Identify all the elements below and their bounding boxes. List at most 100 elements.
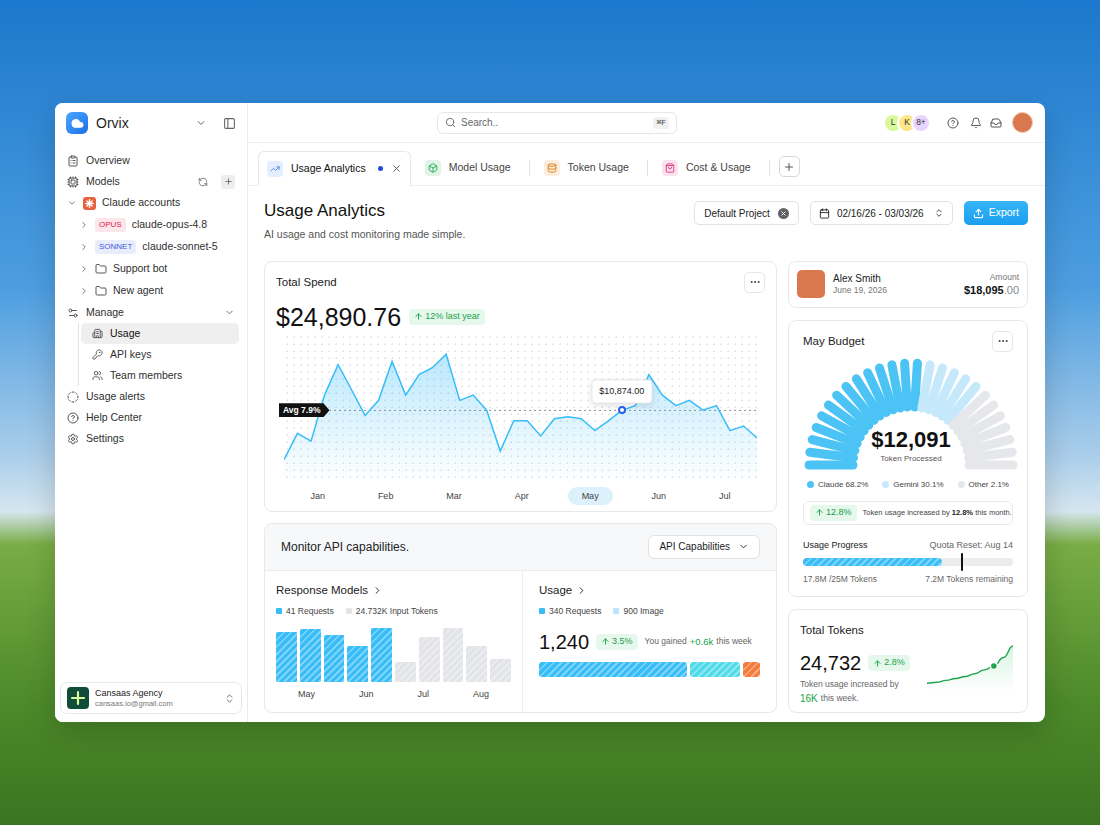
brand-name: Orvix: [96, 113, 129, 134]
sidebar-item[interactable]: Settings: [63, 428, 239, 449]
legend-swatch: [539, 608, 545, 614]
sidebar-menu[interactable]: Manage: [63, 302, 239, 323]
refresh-icon[interactable]: [198, 177, 208, 187]
tab-label: Model Usage: [449, 160, 511, 176]
tokens-change-badge: 2.8%: [868, 655, 910, 671]
legend-dot: [882, 481, 889, 488]
month-axis: Jan Feb Mar Apr May Jun Jul: [284, 487, 757, 505]
tab[interactable]: Usage Analytics: [258, 151, 411, 186]
chevron-right-icon: [79, 220, 89, 230]
tab[interactable]: Model Usage: [411, 150, 529, 185]
tokens-sparkline: [924, 640, 1016, 692]
chevron-right-icon: [79, 286, 89, 296]
gauge-bar: [809, 460, 853, 469]
sidebar-subitem[interactable]: SONNETclaude-sonnet-5: [63, 236, 239, 258]
folder-icon: [95, 285, 107, 297]
monitor-card: Monitor API capabilities.API Capabilitie…: [264, 523, 777, 713]
project-filter[interactable]: Default Project: [694, 201, 799, 225]
sidebar-item[interactable]: Models: [63, 171, 239, 192]
month-label[interactable]: Feb: [364, 487, 408, 505]
new-tab-button[interactable]: [779, 156, 800, 177]
sidebar-group[interactable]: Claude accounts: [63, 192, 239, 214]
capabilities-dropdown[interactable]: API Capabilities: [648, 535, 760, 559]
modified-dot: [378, 166, 383, 171]
arrow-up-icon: [873, 659, 882, 668]
section-link[interactable]: Usage: [539, 582, 760, 599]
section-link[interactable]: Response Models: [276, 582, 511, 599]
more-button[interactable]: [992, 331, 1013, 352]
gauge-value: $12,091: [871, 427, 951, 453]
spend-chart: Avg 7.9%$10,874.00: [284, 334, 757, 482]
transaction-card: Alex SmithJune 19, 2026Amount$18,095.00: [788, 261, 1028, 308]
manage-children: UsageAPI keysTeam members: [78, 323, 239, 386]
chevron-down-icon: [224, 307, 235, 318]
brand-row: Orvix: [55, 103, 247, 143]
tab-glyph-icon: [428, 163, 438, 173]
sidebar-item[interactable]: Help Center: [63, 407, 239, 428]
model-badge: SONNET: [95, 240, 136, 254]
chevron-down-icon[interactable]: [195, 117, 207, 129]
tab[interactable]: Cost & Usage: [648, 150, 769, 185]
gauge-legend: Claude 68.2%Gemini 30.1%Other 2.1%: [803, 479, 1013, 491]
gauge-bar: [915, 363, 918, 407]
manage-icon: [67, 307, 79, 319]
add-model-button[interactable]: [221, 175, 235, 189]
tokens-used: 17.8M /25M Tokens: [803, 573, 877, 586]
user-avatar[interactable]: [1012, 112, 1033, 133]
close-icon[interactable]: [391, 163, 402, 174]
clear-icon[interactable]: [778, 208, 789, 219]
budget-insight: 12.8%Token usage increased by 12.8% this…: [803, 501, 1013, 525]
month-label[interactable]: Mar: [432, 487, 476, 505]
tab-icon: [425, 160, 441, 176]
sidebar-item[interactable]: API keys: [81, 344, 239, 365]
bar: [347, 646, 368, 682]
sidebar-item[interactable]: Team members: [81, 365, 239, 386]
month-label[interactable]: Jun: [638, 487, 681, 505]
export-button[interactable]: Export: [964, 201, 1028, 225]
sparkline-marker: [990, 662, 997, 669]
budget-card: May Budget$12,091Token ProcessedClaude 6…: [788, 320, 1028, 597]
main-area: Search..⌘F LK8+ Usage Analytics Model Usage…: [248, 103, 1045, 722]
cpu-icon: [67, 176, 79, 188]
sidebar-nav: OverviewModelsClaude accountsOPUSclaude-…: [55, 143, 247, 449]
sidebar-subitem[interactable]: New agent: [63, 280, 239, 302]
gauge-bar: [892, 365, 900, 408]
usage-panel: Usage340 Requests900 Image1,2403.5%You g…: [522, 571, 776, 712]
tab-glyph-icon: [665, 163, 675, 173]
help-icon[interactable]: [947, 117, 959, 129]
logo-icon: [66, 112, 88, 134]
bar: [371, 628, 392, 682]
account-logo-icon: [67, 687, 89, 709]
spend-line-chart: [284, 334, 757, 482]
tab[interactable]: Token Usage: [530, 150, 647, 185]
avatar-stack[interactable]: LK8+: [883, 113, 931, 133]
bell-icon[interactable]: [970, 117, 982, 129]
sidebar-item[interactable]: Usage: [81, 323, 239, 344]
account-email: cansaas.io@gmail.com: [95, 699, 173, 708]
page-body: Usage AnalyticsAI usage and cost monitor…: [248, 186, 1045, 722]
legend-dot: [958, 481, 965, 488]
total-spend-card: Total Spend$24,890.7612% last yearAvg 7.…: [264, 261, 777, 512]
avatar: 8+: [911, 113, 931, 133]
progress-fill: [803, 558, 942, 566]
sidebar-item[interactable]: Usage alerts: [63, 386, 239, 407]
date-range-picker[interactable]: 02/16/26 - 03/03/26: [810, 201, 953, 225]
x-icon: [780, 210, 787, 217]
budget-change-badge: 12.8%: [810, 505, 857, 521]
account-switcher[interactable]: Cansaas Agencycansaas.io@gmail.com: [60, 682, 242, 714]
sparkline-area: [927, 646, 1013, 692]
transaction-date: June 19, 2026: [833, 285, 887, 296]
sidebar-item[interactable]: Overview: [63, 150, 239, 171]
bar: [466, 646, 487, 682]
month-label[interactable]: Jul: [705, 487, 745, 505]
panel-left-icon[interactable]: [223, 117, 236, 130]
inbox-icon[interactable]: [990, 117, 1002, 129]
month-label[interactable]: Apr: [501, 487, 543, 505]
card-title: May Budget: [803, 333, 864, 350]
search-field[interactable]: Search..⌘F: [437, 112, 677, 134]
more-button[interactable]: [744, 272, 765, 293]
month-label[interactable]: May: [568, 487, 613, 505]
month-label[interactable]: Jan: [296, 487, 339, 505]
sidebar-subitem[interactable]: OPUSclaude-opus-4.8: [63, 214, 239, 236]
sidebar-subitem[interactable]: Support bot: [63, 258, 239, 280]
